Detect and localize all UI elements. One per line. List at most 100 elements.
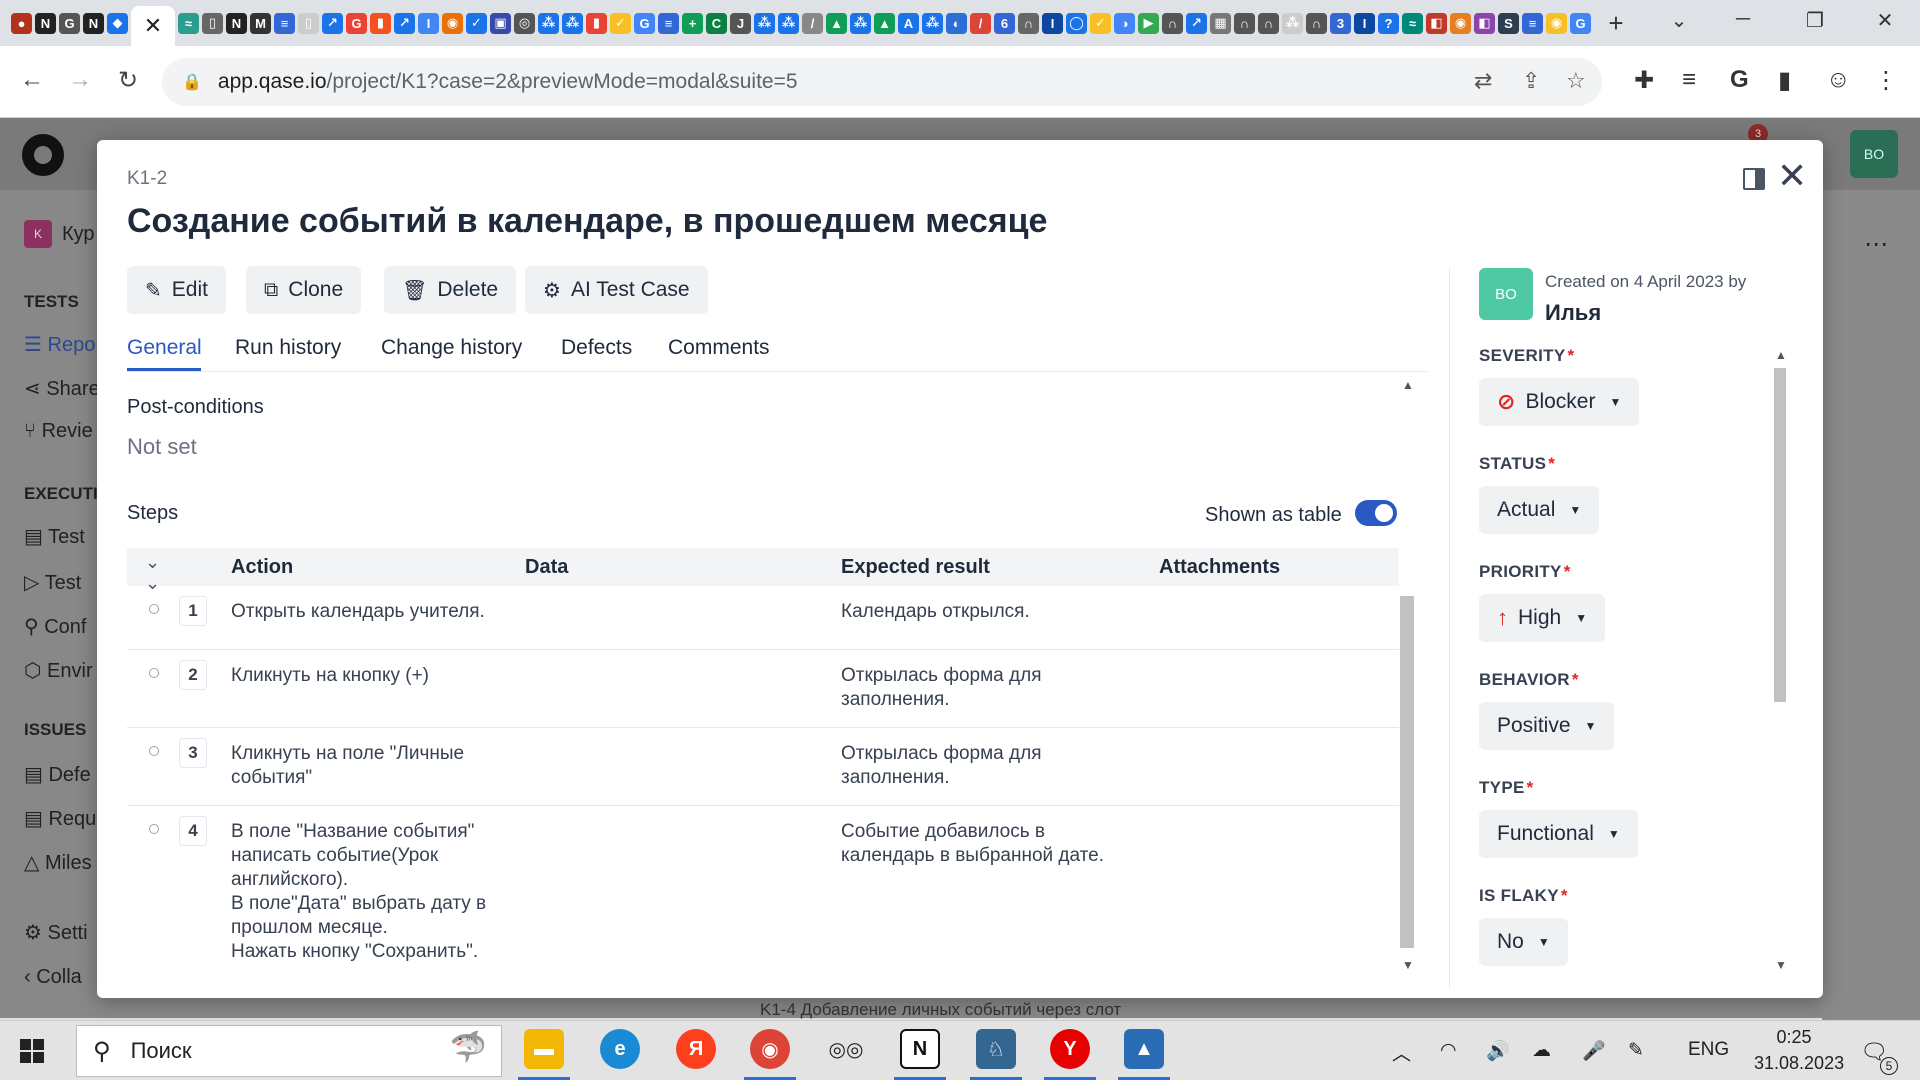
tab-favicon[interactable]: J: [730, 12, 751, 34]
tab-favicon[interactable]: ?: [1378, 12, 1399, 34]
priority-select[interactable]: ↑ High ▼: [1479, 594, 1606, 642]
step-expand-dot[interactable]: [149, 746, 159, 756]
tab-favicon[interactable]: N: [226, 12, 247, 34]
sidebar-item-test-runs[interactable]: ▤ Test: [24, 524, 85, 549]
tab-favicon[interactable]: ⁂: [538, 12, 559, 34]
tab-favicon[interactable]: ⁂: [1282, 12, 1303, 34]
step-expand-dot[interactable]: [149, 668, 159, 678]
sidebar-item-repository[interactable]: ☰ Repo: [24, 332, 95, 357]
tab-favicon[interactable]: A: [898, 12, 919, 34]
tab-favicon[interactable]: ▯: [202, 12, 223, 34]
profile-avatar-icon[interactable]: ☺: [1826, 66, 1851, 94]
share-icon[interactable]: ⇪: [1522, 68, 1540, 94]
sidebar-collapse-button[interactable]: ‹ Colla: [24, 966, 82, 989]
window-close-icon[interactable]: ✕: [1870, 8, 1900, 33]
tab-favicon[interactable]: ⁂: [922, 12, 943, 34]
volume-icon[interactable]: 🔊: [1486, 1039, 1510, 1063]
scroll-up-arrow-icon[interactable]: ▲: [1402, 378, 1414, 392]
severity-select[interactable]: ⊘ Blocker ▼: [1479, 378, 1640, 426]
open-side-panel-icon[interactable]: [1743, 168, 1765, 190]
notion-icon[interactable]: N: [900, 1029, 940, 1069]
scroll-up-arrow-icon[interactable]: ▲: [1775, 348, 1787, 362]
wifi-icon[interactable]: ◠: [1440, 1039, 1457, 1062]
clock-date[interactable]: 31.08.2023: [1754, 1053, 1844, 1074]
tab-favicon[interactable]: ▮: [370, 12, 391, 34]
delete-button[interactable]: 🗑 Delete: [384, 266, 517, 314]
tab-favicon[interactable]: ▲: [874, 12, 895, 34]
tab-favicon[interactable]: ⁂: [754, 12, 775, 34]
step-row[interactable]: 3 Кликнуть на поле "Личные события" Откр…: [127, 728, 1399, 806]
edge-icon[interactable]: e: [600, 1029, 640, 1069]
sidebar-item-shared-steps[interactable]: ⋖ Share: [24, 376, 100, 401]
tab-favicon[interactable]: ✓: [466, 12, 487, 34]
back-arrow-icon[interactable]: ←: [16, 66, 48, 94]
tab-favicon[interactable]: ◉: [1546, 12, 1567, 34]
edit-button[interactable]: ✎ Edit: [127, 266, 226, 314]
chrome-icon[interactable]: ◉: [750, 1029, 790, 1069]
content-scrollbar[interactable]: ▲ ▼: [1397, 376, 1417, 976]
microphone-icon[interactable]: 🎤: [1582, 1039, 1606, 1063]
active-tab[interactable]: ✕: [131, 6, 175, 46]
tab-favicon[interactable]: ∩: [1258, 12, 1279, 34]
glasses-app-icon[interactable]: ◎◎: [826, 1029, 866, 1069]
tab-favicon[interactable]: G: [59, 12, 80, 34]
tab-favicon[interactable]: ≡: [658, 12, 679, 34]
file-explorer-icon[interactable]: ▬: [524, 1029, 564, 1069]
tab-favicon[interactable]: ≈: [1402, 12, 1423, 34]
tab-favicon[interactable]: N: [83, 12, 104, 34]
tab-favicon[interactable]: ●: [11, 12, 32, 34]
tab-favicon[interactable]: I: [1354, 12, 1375, 34]
tab-favicon[interactable]: ◧: [1474, 12, 1495, 34]
sidebar-item-environments[interactable]: ⬡ Envir: [24, 658, 93, 683]
sidebar-item-milestones[interactable]: △ Miles: [24, 850, 92, 875]
onedrive-cloud-icon[interactable]: ☁: [1532, 1039, 1551, 1062]
step-row[interactable]: 1 Открыть календарь учителя. Календарь о…: [127, 586, 1399, 650]
browser-menu-icon[interactable]: ⋮: [1874, 66, 1898, 95]
tab-favicon[interactable]: +: [682, 12, 703, 34]
step-row[interactable]: 2 Кликнуть на кнопку (+) Открылась форма…: [127, 650, 1399, 728]
input-language[interactable]: ENG: [1688, 1039, 1729, 1061]
tab-favicon[interactable]: 6: [994, 12, 1015, 34]
tab-favicon[interactable]: /: [802, 12, 823, 34]
shown-as-table-toggle[interactable]: [1355, 500, 1397, 526]
scroll-down-arrow-icon[interactable]: ▼: [1402, 958, 1414, 972]
properties-scrollbar[interactable]: ▲ ▼: [1771, 348, 1789, 972]
bookmark-star-icon[interactable]: ☆: [1566, 68, 1586, 94]
restore-icon[interactable]: ❐: [1800, 8, 1830, 33]
sidebar-item-configurations[interactable]: ⚲ Conf: [24, 614, 86, 639]
tab-favicon[interactable]: ◉: [1450, 12, 1471, 34]
yandex-icon[interactable]: Y: [1050, 1029, 1090, 1069]
tab-favicon[interactable]: ▲: [826, 12, 847, 34]
tab-favicon[interactable]: ⁂: [850, 12, 871, 34]
tab-favicon[interactable]: ◆: [107, 12, 128, 34]
type-select[interactable]: Functional ▼: [1479, 810, 1638, 858]
tab-favicon[interactable]: G: [634, 12, 655, 34]
tab-favicon[interactable]: ≡: [274, 12, 295, 34]
more-options-icon[interactable]: ⋯: [1864, 230, 1888, 259]
tab-favicon[interactable]: ▯: [298, 12, 319, 34]
extensions-puzzle-icon[interactable]: ✚: [1634, 66, 1654, 95]
tab-general[interactable]: General: [127, 336, 202, 360]
postgresql-icon[interactable]: ♘: [976, 1029, 1016, 1069]
tab-favicon[interactable]: ◎: [514, 12, 535, 34]
media-playlist-icon[interactable]: ≡: [1682, 66, 1696, 94]
tab-favicon[interactable]: /: [970, 12, 991, 34]
tab-change-history[interactable]: Change history: [381, 336, 522, 360]
tab-favicon[interactable]: ≡: [1522, 12, 1543, 34]
close-tab-icon[interactable]: ✕: [144, 13, 162, 39]
tab-favicon[interactable]: ▮: [586, 12, 607, 34]
new-tab-plus-icon[interactable]: +: [1601, 8, 1631, 39]
clock-time[interactable]: 0:25: [1754, 1027, 1834, 1048]
tab-favicon[interactable]: ◯: [1066, 12, 1087, 34]
tab-favicon[interactable]: ⁂: [562, 12, 583, 34]
tab-favicon[interactable]: C: [706, 12, 727, 34]
translate-icon[interactable]: ⇄: [1474, 68, 1492, 94]
minimize-icon[interactable]: ─: [1728, 8, 1758, 31]
tab-favicon[interactable]: ∩: [1306, 12, 1327, 34]
sidebar-item-test-plans[interactable]: ▷ Test: [24, 570, 81, 595]
step-expand-dot[interactable]: [149, 824, 159, 834]
close-icon[interactable]: ✕: [1777, 158, 1807, 194]
scroll-down-arrow-icon[interactable]: ▼: [1775, 958, 1787, 972]
tab-favicon[interactable]: ✓: [610, 12, 631, 34]
sidebar-item-requirements[interactable]: ▤ Requ: [24, 806, 96, 831]
